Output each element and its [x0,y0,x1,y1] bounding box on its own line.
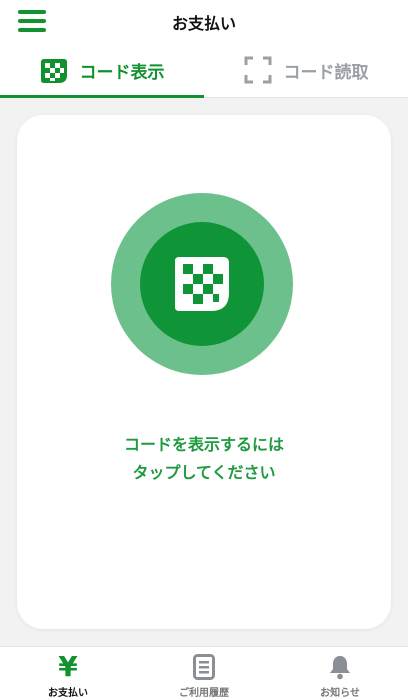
payment-card: コードを表示するには タップしてください [17,115,391,629]
mode-tabs: コード表示 コード読取 [0,42,408,98]
history-document-icon [193,654,215,680]
nav-item-payment[interactable]: ¥ お支払い [0,647,136,700]
nav-item-history[interactable]: ご利用履歴 [136,647,272,700]
nav-item-history-label: ご利用履歴 [179,688,229,699]
tab-scan-code-label: コード読取 [283,62,369,83]
page-title: お支払い [171,14,236,33]
active-tab-indicator [0,95,204,98]
tab-scan-code[interactable]: コード読取 [204,42,408,98]
prompt-line-1: コードを表示するには [123,435,284,454]
nav-item-payment-label: お支払い [48,688,88,699]
qr-code-icon [175,257,229,311]
show-code-button[interactable] [111,193,293,375]
nav-item-notifications[interactable]: お知らせ [272,647,408,700]
bell-icon [330,656,350,680]
tab-show-code-label: コード表示 [79,62,165,83]
prompt-line-2: タップしてください [132,463,276,482]
yen-icon: ¥ [58,650,78,683]
app-header: お支払い [0,0,408,42]
qr-code-icon [40,59,67,83]
tab-show-code[interactable]: コード表示 [0,42,204,98]
bottom-nav: ¥ お支払い ご利用履歴 お知らせ [0,646,408,700]
show-code-prompt: コードを表示するには タップしてください [17,431,391,487]
nav-item-notifications-label: お知らせ [320,688,360,699]
show-code-button-inner [140,222,264,346]
scan-frame-icon [244,56,271,84]
